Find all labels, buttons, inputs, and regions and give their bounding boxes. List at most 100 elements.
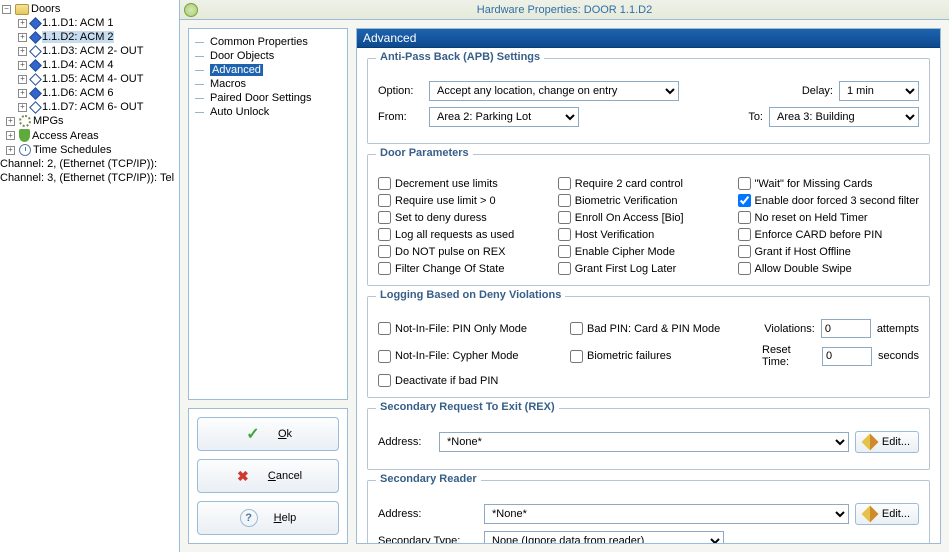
- chk-label: Enable Cipher Mode: [575, 246, 675, 258]
- tree-label: 1.1.D3: ACM 2- OUT: [42, 45, 143, 57]
- tree-door-item[interactable]: +1.1.D4: ACM 4: [0, 58, 179, 72]
- select-reader-type[interactable]: None (Ignore data from reader): [484, 531, 724, 544]
- chk-label: Biometric Verification: [575, 195, 678, 207]
- tree-item[interactable]: +Time Schedules: [0, 143, 179, 157]
- select-apb-option[interactable]: Accept any location, change on entry: [429, 81, 679, 101]
- expand-icon[interactable]: +: [18, 103, 27, 112]
- tree-door-item[interactable]: +1.1.D6: ACM 6: [0, 86, 179, 100]
- bullet-icon: [195, 98, 204, 99]
- tree-door-item[interactable]: +1.1.D1: ACM 1: [0, 16, 179, 30]
- tree-item[interactable]: + MPGs: [0, 114, 179, 128]
- nav-item[interactable]: Macros: [193, 77, 343, 91]
- label-reset: Reset Time:: [762, 344, 816, 368]
- section-header: Advanced: [357, 29, 940, 48]
- ok-button[interactable]: ✓ Ok: [197, 417, 339, 451]
- title-bar: Hardware Properties: DOOR 1.1.D2: [180, 0, 949, 20]
- tree-door-item[interactable]: +1.1.D2: ACM 2: [0, 30, 179, 44]
- nav-label: Macros: [210, 78, 246, 90]
- select-reader-address[interactable]: *None*: [484, 504, 849, 524]
- action-buttons: ✓ Ok ✖ Cancel ? Help: [188, 408, 348, 544]
- input-reset[interactable]: [822, 347, 872, 366]
- nav-item[interactable]: Common Properties: [193, 35, 343, 49]
- nav-item[interactable]: Door Objects: [193, 49, 343, 63]
- expand-icon[interactable]: +: [6, 117, 15, 126]
- chk-label: Set to deny duress: [395, 212, 487, 224]
- expand-icon[interactable]: +: [18, 61, 27, 70]
- door-param-check[interactable]: Enable door forced 3 second filter: [738, 194, 920, 207]
- help-button[interactable]: ? Help: [197, 501, 339, 535]
- door-param-check[interactable]: Enroll On Access [Bio]: [558, 211, 726, 224]
- door-param-check[interactable]: Set to deny duress: [378, 211, 546, 224]
- expand-icon[interactable]: +: [18, 89, 27, 98]
- door-param-check[interactable]: Allow Double Swipe: [738, 262, 920, 275]
- door-icon: [29, 45, 42, 58]
- form-panel: Advanced Anti-Pass Back (APB) Settings O…: [356, 28, 941, 544]
- clock-icon: [19, 144, 31, 156]
- check-cypher[interactable]: Not-In-File: Cypher Mode: [378, 350, 558, 363]
- tree-label: 1.1.D7: ACM 6- OUT: [42, 101, 143, 113]
- check-icon: ✓: [244, 425, 262, 443]
- pencil-icon: [861, 434, 878, 451]
- check-bad-pin[interactable]: Bad PIN: Card & PIN Mode: [570, 322, 750, 335]
- group-logging: Logging Based on Deny Violations Not-In-…: [367, 296, 930, 398]
- expand-icon[interactable]: +: [6, 131, 15, 140]
- tree-door-item[interactable]: +1.1.D7: ACM 6- OUT: [0, 100, 179, 114]
- group-apb: Anti-Pass Back (APB) Settings Option: Ac…: [367, 58, 930, 144]
- chk-label: Do NOT pulse on REX: [395, 246, 505, 258]
- group-legend: Door Parameters: [376, 147, 473, 159]
- chk-label: Grant if Host Offline: [755, 246, 851, 258]
- tree-label: MPGs: [33, 115, 64, 127]
- cancel-button[interactable]: ✖ Cancel: [197, 459, 339, 493]
- group-door-params: Door Parameters Decrement use limitsRequ…: [367, 154, 930, 286]
- select-apb-delay[interactable]: 1 min: [839, 81, 919, 101]
- door-param-check[interactable]: Require 2 card control: [558, 177, 726, 190]
- bullet-icon: [195, 112, 204, 113]
- label-option: Option:: [378, 85, 423, 97]
- nav-item[interactable]: Paired Door Settings: [193, 91, 343, 105]
- nav-item[interactable]: Advanced: [193, 63, 343, 77]
- door-icon: [29, 31, 42, 44]
- expand-icon[interactable]: +: [18, 47, 27, 56]
- door-param-check[interactable]: Decrement use limits: [378, 177, 546, 190]
- tree-door-item[interactable]: +1.1.D5: ACM 4- OUT: [0, 72, 179, 86]
- check-biometric-fail[interactable]: Biometric failures: [570, 350, 750, 363]
- select-apb-from[interactable]: Area 2: Parking Lot: [429, 107, 579, 127]
- tree-door-item[interactable]: +1.1.D3: ACM 2- OUT: [0, 44, 179, 58]
- label-to: To:: [748, 111, 763, 123]
- nav-item[interactable]: Auto Unlock: [193, 105, 343, 119]
- input-violations[interactable]: [821, 319, 871, 338]
- door-param-check[interactable]: Grant First Log Later: [558, 262, 726, 275]
- group-legend: Secondary Reader: [376, 473, 481, 485]
- door-param-check[interactable]: Do NOT pulse on REX: [378, 245, 546, 258]
- label-reader-type: Secondary Type:: [378, 535, 478, 544]
- check-deactivate-bad-pin[interactable]: Deactivate if bad PIN: [378, 374, 558, 387]
- group-reader: Secondary Reader Address: *None* Edit...…: [367, 480, 930, 544]
- chk-label: Log all requests as used: [395, 229, 514, 241]
- edit-rex-button[interactable]: Edit...: [855, 431, 919, 453]
- door-param-check[interactable]: Log all requests as used: [378, 228, 546, 241]
- group-legend: Secondary Request To Exit (REX): [376, 401, 559, 413]
- door-param-check[interactable]: Enforce CARD before PIN: [738, 228, 920, 241]
- door-param-check[interactable]: Require use limit > 0: [378, 194, 546, 207]
- shield-icon: [19, 129, 30, 142]
- select-rex-address[interactable]: *None*: [439, 432, 849, 452]
- tree-root-doors[interactable]: − Doors: [0, 2, 179, 16]
- expand-icon[interactable]: +: [18, 33, 27, 42]
- check-pin-only[interactable]: Not-In-File: PIN Only Mode: [378, 322, 558, 335]
- nav-label: Door Objects: [210, 50, 274, 62]
- door-param-check[interactable]: Filter Change Of State: [378, 262, 546, 275]
- expand-icon[interactable]: +: [18, 19, 27, 28]
- collapse-icon[interactable]: −: [2, 5, 11, 14]
- expand-icon[interactable]: +: [6, 146, 15, 155]
- door-param-check[interactable]: "Wait" for Missing Cards: [738, 177, 920, 190]
- door-param-check[interactable]: Biometric Verification: [558, 194, 726, 207]
- door-param-check[interactable]: Enable Cipher Mode: [558, 245, 726, 258]
- expand-icon[interactable]: +: [18, 75, 27, 84]
- tree-item[interactable]: +Access Areas: [0, 128, 179, 143]
- edit-reader-button[interactable]: Edit...: [855, 503, 919, 525]
- door-param-check[interactable]: Grant if Host Offline: [738, 245, 920, 258]
- select-apb-to[interactable]: Area 3: Building: [769, 107, 919, 127]
- door-param-check[interactable]: No reset on Held Timer: [738, 211, 920, 224]
- label-rex-address: Address:: [378, 436, 433, 448]
- door-param-check[interactable]: Host Verification: [558, 228, 726, 241]
